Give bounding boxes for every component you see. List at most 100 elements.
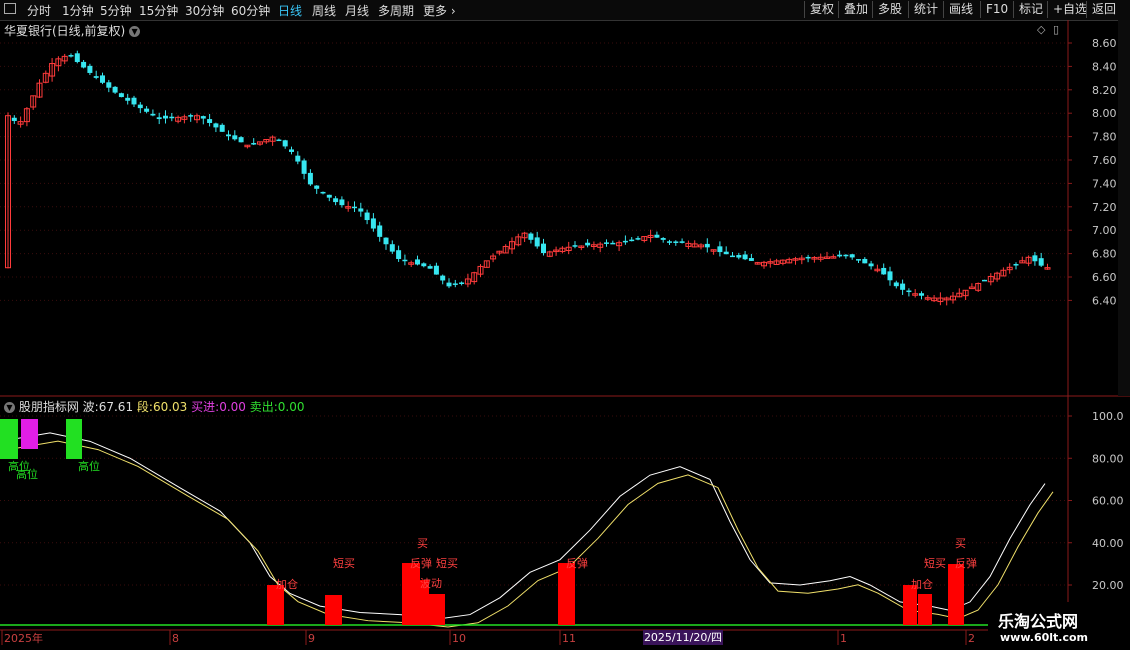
candle-body <box>1013 264 1019 266</box>
candle-body <box>610 242 616 245</box>
candle-body <box>251 143 257 145</box>
candle-body <box>723 251 729 255</box>
wave-label: 波: <box>82 400 99 414</box>
candle-body <box>188 115 194 117</box>
candle-body <box>289 149 294 152</box>
candle-body <box>87 65 93 73</box>
candle-body <box>604 242 609 244</box>
signal-bar <box>21 419 38 449</box>
candle-body <box>226 134 231 137</box>
candle-body <box>730 255 735 258</box>
candle-body <box>402 259 408 262</box>
candle-body <box>585 242 591 246</box>
candle-body <box>742 254 748 260</box>
watermark-url: www.60lt.com <box>1000 631 1089 644</box>
candle-body <box>459 282 465 284</box>
indicator-name: 股朋指标网 <box>18 400 79 414</box>
candle-body <box>673 241 679 243</box>
candle-body <box>679 241 685 243</box>
wave-line <box>0 432 1046 620</box>
candle-body <box>169 116 175 119</box>
price-label: 8.20 <box>1092 84 1117 97</box>
signal-bar <box>948 564 964 625</box>
signal-label: 买 <box>955 537 966 550</box>
candle-body <box>118 93 124 98</box>
signal-bar <box>402 563 420 625</box>
candle-body <box>112 86 118 93</box>
time-label: 11 <box>562 632 576 645</box>
indicator-axis-label: 20.00 <box>1092 579 1124 592</box>
candle-body <box>150 113 156 116</box>
price-label: 7.40 <box>1092 177 1117 190</box>
signal-label: 高位 <box>78 459 100 473</box>
candle-body <box>295 155 301 162</box>
candle-body <box>11 117 17 121</box>
candle-body <box>276 139 282 142</box>
candle-body <box>849 254 855 258</box>
signal-label: 高位 <box>16 467 38 481</box>
signal-bar <box>66 419 82 459</box>
candle-body <box>433 265 439 275</box>
time-label: 9 <box>308 632 315 645</box>
candle-body <box>333 198 339 203</box>
candle-body <box>232 135 238 140</box>
chart-canvas[interactable]: 高位高位高位加仓短买买反弹 短买波动反弹加仓短买买反弹 8.608.408.208… <box>0 0 1130 650</box>
candle-body <box>622 240 628 243</box>
candle-body <box>396 250 402 259</box>
candle-body <box>1032 255 1038 262</box>
candle-body <box>163 115 168 119</box>
signal-bar <box>429 594 445 625</box>
candle-body <box>131 97 137 105</box>
candle-body <box>843 254 849 257</box>
candle-body <box>74 53 80 62</box>
cursor-date: 2025/11/20/四 <box>643 630 723 645</box>
signal-bar <box>558 563 575 625</box>
candle-body <box>219 124 225 132</box>
candle-body <box>415 259 420 265</box>
price-label: 7.60 <box>1092 154 1117 167</box>
right-info-strip <box>1118 20 1130 396</box>
candle-body <box>144 108 150 112</box>
candle-body <box>629 239 635 242</box>
wave-value: 67.61 <box>98 400 134 414</box>
time-label: 1 <box>840 632 847 645</box>
price-label: 7.00 <box>1092 224 1117 237</box>
candle-body <box>326 194 332 198</box>
signal-label: 短买 <box>436 556 458 570</box>
price-label: 7.20 <box>1092 201 1117 214</box>
candle-body <box>81 61 87 68</box>
candle-body <box>856 259 861 261</box>
chevron-down-icon[interactable]: ▼ <box>4 402 15 413</box>
time-label: 2025年 <box>4 631 43 645</box>
candle-body <box>667 241 672 243</box>
candle-body <box>446 282 452 287</box>
seg-label: 段: <box>136 400 153 414</box>
candle-body <box>881 267 887 275</box>
buy-label: 买进: <box>191 400 220 414</box>
candle-body <box>282 140 288 147</box>
candle-body <box>364 212 370 221</box>
candle-body <box>887 271 893 281</box>
candle-body <box>389 244 395 252</box>
candle-body <box>320 191 326 194</box>
candle-body <box>339 199 345 206</box>
candle-body <box>358 208 364 212</box>
candle-body <box>654 234 660 238</box>
signal-bar <box>0 419 18 459</box>
candle-body <box>427 266 433 269</box>
candle-body <box>868 263 874 267</box>
sell-value: 0.00 <box>277 400 305 414</box>
candle-body <box>893 282 899 287</box>
seg-value: 60.03 <box>152 400 188 414</box>
candle-body <box>635 238 641 240</box>
candle-body <box>383 237 389 245</box>
price-label: 7.80 <box>1092 131 1117 144</box>
signal-label: 买 <box>417 537 428 550</box>
candle-body <box>704 243 710 248</box>
seg-line <box>7 440 1054 628</box>
candle-body <box>100 75 105 83</box>
candle-body <box>572 245 578 247</box>
candle-body <box>452 283 458 285</box>
time-label: 10 <box>452 632 466 645</box>
candle-body <box>421 263 427 267</box>
